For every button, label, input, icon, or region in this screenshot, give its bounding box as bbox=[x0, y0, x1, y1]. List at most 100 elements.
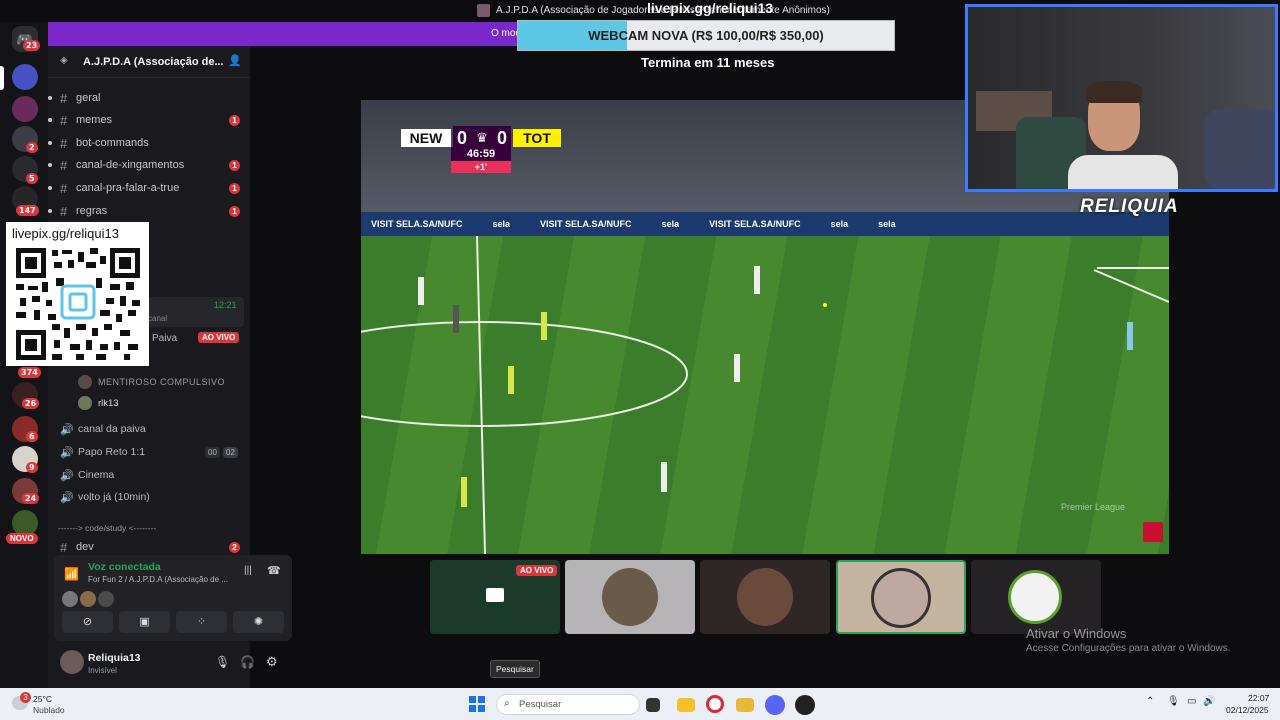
chevron-up-icon[interactable]: ⌃ bbox=[1146, 696, 1154, 707]
voice-user[interactable]: MENTIROSO COMPULSIVO bbox=[78, 373, 225, 391]
server-badge: 5 bbox=[26, 173, 38, 184]
channel-bot-commands[interactable]: # bot-commands bbox=[48, 133, 246, 153]
goal-ends-label: Termina em 11 meses bbox=[641, 55, 775, 70]
hash-icon: # bbox=[60, 135, 68, 151]
stream-tile[interactable]: AO VIVO bbox=[430, 560, 560, 634]
user-limit: 02 bbox=[223, 446, 238, 458]
signal-icon: 📶 bbox=[64, 567, 79, 581]
weather-temp: 25°C bbox=[33, 694, 52, 704]
search-placeholder: Pesquisar bbox=[519, 699, 562, 710]
avatar bbox=[78, 396, 92, 410]
voice-channel-papo-reto[interactable]: 🔊 Papo Reto 1:1 00 02 bbox=[60, 443, 242, 461]
voice-channel-cinema[interactable]: 🔊 Cinema bbox=[60, 466, 114, 484]
mention-badge: 1 bbox=[229, 182, 240, 194]
speaker-icon: 🔊 bbox=[60, 423, 74, 436]
clock-date[interactable]: 02/12/2025 bbox=[1226, 705, 1269, 715]
search-tooltip: Pesquisar bbox=[490, 660, 540, 678]
add-user-icon[interactable]: 👤 bbox=[228, 54, 242, 67]
channel-canal-pra-falar-a-true[interactable]: # canal-pra-falar-a-true 1 bbox=[48, 178, 246, 198]
disconnect-icon[interactable]: ☎ bbox=[267, 564, 281, 577]
soundboard-icon[interactable]: ||| bbox=[244, 565, 252, 576]
goal-label: WEBCAM NOVA (R$ 100,00/R$ 350,00) bbox=[588, 28, 824, 43]
server-header[interactable]: ◈ A.J.P.D.A (Associação de... ⌄ 👤 bbox=[48, 46, 250, 78]
activities-button[interactable]: ⁘ bbox=[176, 611, 227, 633]
server-icon[interactable] bbox=[12, 96, 38, 122]
channel-memes[interactable]: # memes 1 bbox=[48, 110, 246, 130]
screen-share-button[interactable]: ▣ bbox=[119, 611, 170, 633]
camera-off-button[interactable]: ⊘ bbox=[62, 611, 113, 633]
volume-icon[interactable]: 🔊 bbox=[1203, 696, 1215, 707]
avatar bbox=[737, 568, 793, 626]
participant-tile[interactable] bbox=[971, 560, 1101, 634]
channel-dev[interactable]: # dev 2 bbox=[60, 537, 246, 557]
server-badge: 6 bbox=[26, 431, 38, 442]
unread-dot bbox=[48, 141, 52, 145]
server-badge: 9 bbox=[26, 462, 38, 473]
voice-user[interactable]: rlk13 bbox=[78, 394, 119, 412]
speaker-icon: 🔊 bbox=[60, 491, 74, 504]
participant-tile[interactable] bbox=[565, 560, 695, 634]
player bbox=[453, 305, 459, 333]
avatar bbox=[602, 568, 658, 626]
windows-logo-icon bbox=[469, 705, 476, 712]
clock-time[interactable]: 22:07 bbox=[1248, 693, 1269, 703]
app-icon bbox=[477, 4, 490, 17]
windows-logo-icon bbox=[469, 696, 476, 703]
server-ajpda-icon[interactable] bbox=[12, 64, 38, 90]
microphone-icon[interactable]: 🎙 bbox=[1167, 696, 1180, 707]
folder-icon[interactable] bbox=[736, 698, 754, 712]
ad-text: sela bbox=[661, 219, 680, 229]
soundboard-button[interactable]: ✺ bbox=[233, 611, 284, 633]
monitor-icon bbox=[486, 588, 504, 602]
participant-tile-speaking[interactable] bbox=[836, 560, 966, 634]
espn-logo bbox=[1143, 522, 1163, 542]
microphone-icon[interactable]: 🎙 bbox=[215, 655, 230, 669]
headphones-icon[interactable]: 🎧 bbox=[240, 655, 255, 669]
channel-geral[interactable]: # geral bbox=[48, 88, 246, 108]
weather-badge: 3 bbox=[20, 692, 31, 703]
channel-regras[interactable]: # regras 1 bbox=[48, 201, 246, 221]
gear-icon[interactable]: ⚙ bbox=[266, 654, 278, 670]
channel-canal-de-xingamentos[interactable]: # canal-de-xingamentos 1 bbox=[48, 155, 246, 175]
unread-dot bbox=[48, 96, 52, 100]
network-icon[interactable]: ▭ bbox=[1187, 696, 1196, 707]
avatar bbox=[98, 591, 114, 607]
voice-channel-label: canal da paiva bbox=[78, 423, 146, 435]
discord-icon[interactable] bbox=[765, 695, 785, 715]
player bbox=[734, 354, 740, 382]
unread-dot bbox=[48, 186, 52, 190]
hash-icon: # bbox=[60, 157, 68, 173]
qr-code-icon bbox=[16, 248, 140, 360]
match-clock: 46:59 bbox=[451, 147, 511, 161]
windows-taskbar: 3 25°C Nublado ⌕ Pesquisar ⌃ 🎙 ▭ 🔊 22:07… bbox=[0, 688, 1280, 720]
ad-text: VISIT SELA.SA/NUFC bbox=[540, 219, 632, 229]
taskbar-search[interactable]: ⌕ Pesquisar bbox=[496, 694, 640, 715]
file-explorer-icon[interactable] bbox=[677, 698, 695, 712]
avatar bbox=[80, 591, 96, 607]
mention-badge: 2 bbox=[229, 541, 240, 553]
opera-icon[interactable] bbox=[706, 695, 724, 713]
ad-text: sela bbox=[878, 219, 896, 229]
mention-badge: 1 bbox=[229, 114, 240, 126]
mention-badge: 1 bbox=[229, 159, 240, 171]
webcam-logo: RELIQUIA bbox=[1080, 196, 1179, 217]
preview-canal: canal bbox=[148, 314, 168, 323]
start-button[interactable] bbox=[469, 696, 485, 712]
participant-tile[interactable] bbox=[700, 560, 830, 634]
voice-channel-label: volto já (10min) bbox=[78, 491, 150, 503]
live-badge: AO VIVO bbox=[516, 565, 558, 576]
chevron-down-icon[interactable]: ⌄ bbox=[208, 55, 216, 66]
webcam-feed bbox=[965, 4, 1278, 192]
app-icon[interactable] bbox=[795, 695, 815, 715]
hash-icon: # bbox=[60, 180, 68, 196]
avatar[interactable] bbox=[60, 650, 84, 674]
voice-channel-volto-ja[interactable]: 🔊 volto já (10min) bbox=[60, 488, 150, 506]
home-team: NEW bbox=[401, 129, 451, 147]
speaker-icon: 🔊 bbox=[60, 469, 74, 482]
category-code-study[interactable]: -------> code/study <-------- bbox=[58, 523, 156, 533]
voice-channel-canal-da-paiva[interactable]: 🔊 canal da paiva bbox=[60, 420, 146, 438]
voice-channel-label: Cinema bbox=[78, 469, 115, 481]
windows-logo-icon bbox=[478, 705, 485, 712]
task-view-icon[interactable] bbox=[646, 698, 660, 712]
voice-panel: 📶 Voz conectada For Fun 2 / A.J.P.D.A (A… bbox=[54, 555, 292, 641]
